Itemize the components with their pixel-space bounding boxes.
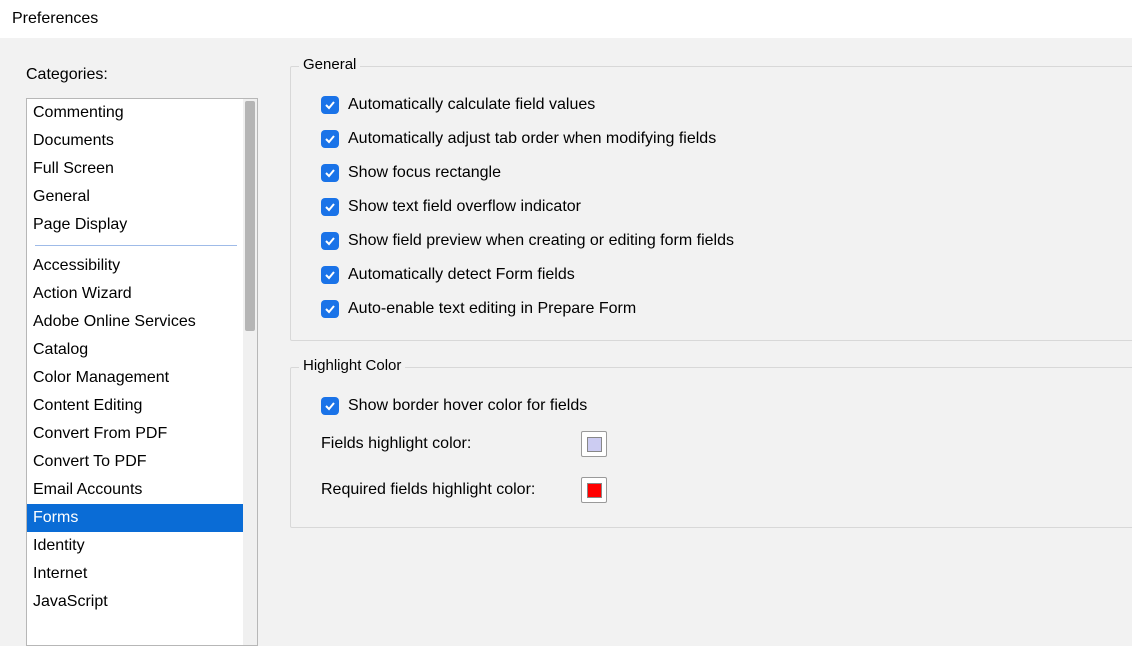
required-highlight-color-button[interactable] [581, 477, 607, 503]
category-item[interactable]: Identity [27, 532, 245, 560]
option-label: Show text field overflow indicator [348, 198, 581, 216]
category-item[interactable]: Convert To PDF [27, 448, 245, 476]
category-item[interactable]: Action Wizard [27, 280, 245, 308]
required-highlight-swatch [587, 483, 602, 498]
preferences-body: Categories: CommentingDocumentsFull Scre… [0, 38, 1132, 646]
categories-column: Categories: CommentingDocumentsFull Scre… [26, 66, 266, 646]
option-label: Show focus rectangle [348, 164, 501, 182]
required-highlight-row: Required fields highlight color: [321, 477, 1113, 503]
option-label: Automatically calculate field values [348, 96, 595, 114]
settings-panel: General Automatically calculate field va… [266, 66, 1132, 554]
category-item[interactable]: General [27, 183, 245, 211]
fields-highlight-swatch [587, 437, 602, 452]
category-item[interactable]: Commenting [27, 99, 245, 127]
highlight-group-label: Highlight Color [299, 357, 405, 374]
checkbox[interactable] [321, 198, 339, 216]
checkbox[interactable] [321, 164, 339, 182]
category-divider [35, 245, 237, 246]
show-border-hover-checkbox[interactable] [321, 397, 339, 415]
categories-listbox[interactable]: CommentingDocumentsFull ScreenGeneralPag… [26, 98, 258, 646]
required-highlight-label: Required fields highlight color: [321, 481, 581, 499]
general-option-row: Automatically calculate field values [321, 96, 1113, 114]
show-border-hover-color-row: Show border hover color for fields [321, 397, 1113, 415]
checkbox[interactable] [321, 232, 339, 250]
fields-highlight-row: Fields highlight color: [321, 431, 1113, 457]
option-label: Automatically detect Form fields [348, 266, 575, 284]
checkbox[interactable] [321, 300, 339, 318]
fields-highlight-color-button[interactable] [581, 431, 607, 457]
option-label: Auto-enable text editing in Prepare Form [348, 300, 636, 318]
category-item[interactable]: Page Display [27, 211, 245, 239]
fields-highlight-label: Fields highlight color: [321, 435, 581, 453]
highlight-color-group: Highlight Color Show border hover color … [290, 367, 1132, 528]
category-item[interactable]: Email Accounts [27, 476, 245, 504]
general-option-row: Show field preview when creating or edit… [321, 232, 1113, 250]
general-option-row: Auto-enable text editing in Prepare Form [321, 300, 1113, 318]
category-item[interactable]: JavaScript [27, 588, 245, 616]
checkbox[interactable] [321, 266, 339, 284]
general-option-row: Automatically adjust tab order when modi… [321, 130, 1113, 148]
checkbox[interactable] [321, 96, 339, 114]
show-border-hover-label: Show border hover color for fields [348, 397, 587, 415]
category-item[interactable]: Accessibility [27, 252, 245, 280]
category-item[interactable]: Convert From PDF [27, 420, 245, 448]
option-label: Automatically adjust tab order when modi… [348, 130, 716, 148]
checkbox[interactable] [321, 130, 339, 148]
category-item[interactable]: Documents [27, 127, 245, 155]
category-item[interactable]: Catalog [27, 336, 245, 364]
scrollbar-thumb[interactable] [245, 101, 255, 331]
general-option-row: Show focus rectangle [321, 164, 1113, 182]
general-group-label: General [299, 56, 360, 73]
category-item[interactable]: Internet [27, 560, 245, 588]
general-option-row: Automatically detect Form fields [321, 266, 1113, 284]
category-item[interactable]: Forms [27, 504, 245, 532]
general-group: General Automatically calculate field va… [290, 66, 1132, 341]
general-option-row: Show text field overflow indicator [321, 198, 1113, 216]
window-title: Preferences [0, 0, 1132, 38]
categories-heading: Categories: [26, 66, 266, 84]
category-item[interactable]: Full Screen [27, 155, 245, 183]
scrollbar[interactable] [243, 99, 257, 645]
option-label: Show field preview when creating or edit… [348, 232, 734, 250]
category-item[interactable]: Adobe Online Services [27, 308, 245, 336]
category-item[interactable]: Content Editing [27, 392, 245, 420]
category-item[interactable]: Color Management [27, 364, 245, 392]
